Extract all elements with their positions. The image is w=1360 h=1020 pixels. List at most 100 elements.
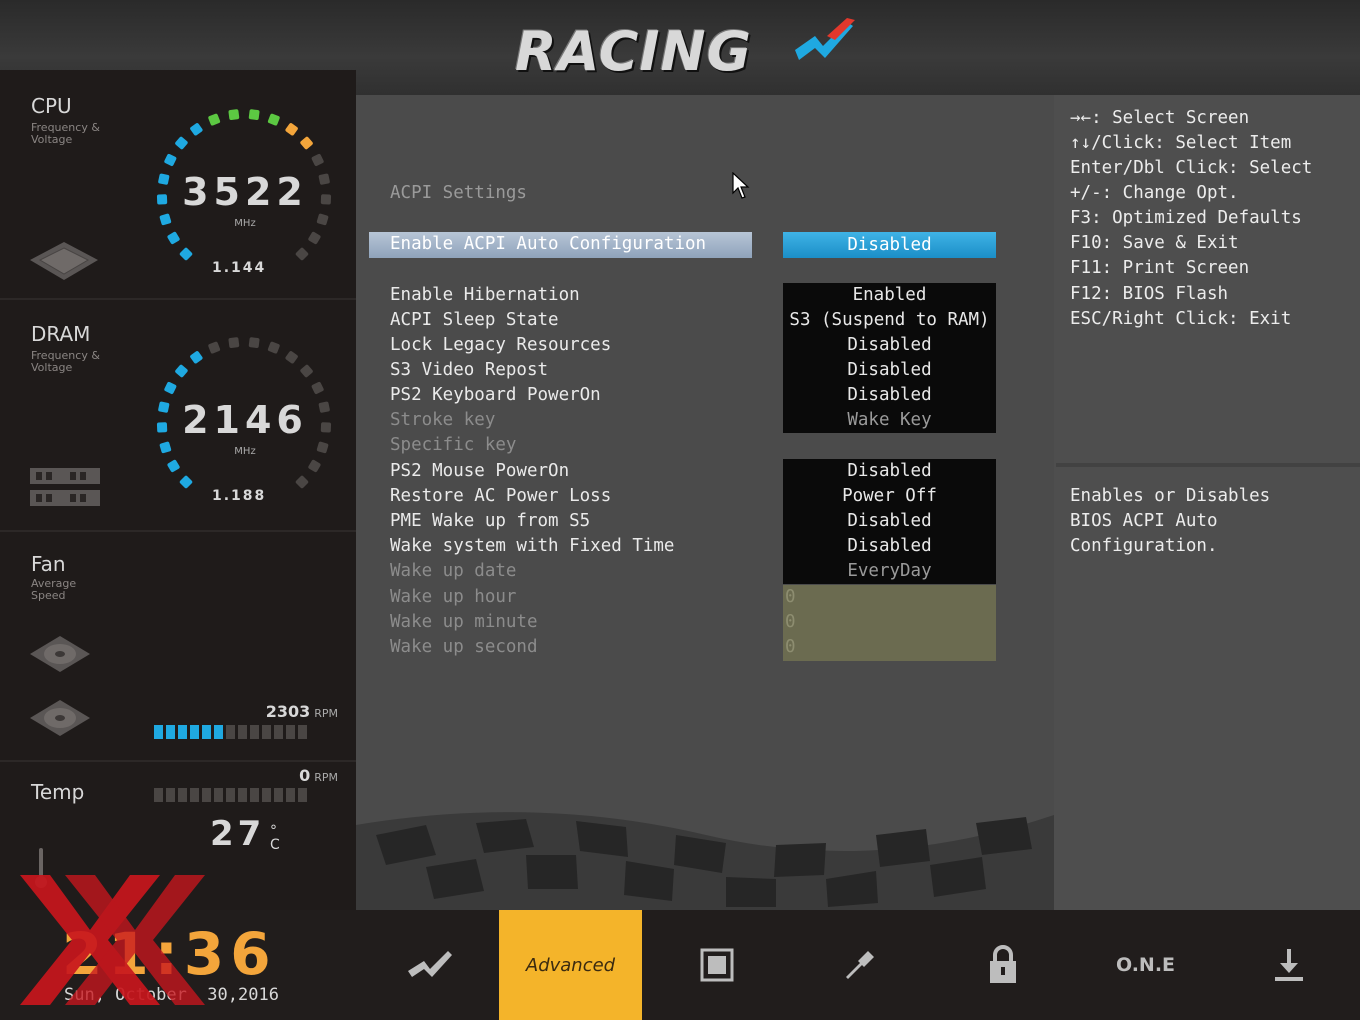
setting-label-wake-up-second: Wake up second (390, 637, 538, 657)
setting-label-enable-hibernation[interactable]: Enable Hibernation (390, 285, 580, 305)
gauge-segment (164, 153, 177, 166)
help-key-f12: F12: BIOS Flash (1070, 284, 1229, 304)
gauge-segment (156, 422, 168, 433)
gauge-segment (179, 475, 193, 489)
gauge-segment (167, 459, 180, 473)
setting-value-pme-wake-up-s5[interactable]: Disabled (783, 509, 996, 534)
tab-security[interactable] (931, 910, 1074, 1020)
dram-voltage-value: 1.188 (212, 488, 267, 504)
gauge-segment (320, 422, 332, 433)
fan-bar-segment (190, 725, 199, 739)
racing-logo: RACING (515, 14, 855, 86)
tab-save-exit[interactable] (1217, 910, 1360, 1020)
tab-one[interactable]: O.N.E (1074, 910, 1217, 1020)
setting-label-specific-key: Specific key (390, 435, 517, 455)
tab-tools[interactable] (788, 910, 931, 1020)
temp-title: Temp (31, 780, 85, 804)
section-title: ACPI Settings (390, 183, 527, 203)
setting-value-enable-acpi-auto-config[interactable]: Disabled (783, 232, 996, 258)
gauge-segment (175, 136, 188, 150)
setting-value-ps2-keyboard-poweron[interactable]: Disabled (783, 383, 996, 408)
fan1-rpm: 2303 RPM (266, 702, 338, 721)
setting-label-enable-acpi-auto-config[interactable]: Enable ACPI Auto Configuration (390, 234, 706, 254)
setting-value-acpi-sleep-state[interactable]: S3 (Suspend to RAM) (783, 308, 996, 333)
fan-bar-segment (298, 725, 307, 739)
tab-advanced[interactable]: Advanced (499, 910, 642, 1020)
gauge-segment (311, 153, 324, 166)
fan-panel: Fan Average Speed 2303 RPM 0 RPM (0, 532, 356, 802)
fan-bar-segment (262, 725, 271, 739)
gauge-segment (175, 364, 188, 378)
gauge-segment (267, 341, 280, 354)
help-key-change-opt: +/-: Change Opt. (1070, 183, 1239, 203)
gauge-segment (158, 173, 170, 185)
fan-bar-segment (274, 725, 283, 739)
lock-icon (989, 945, 1016, 983)
setting-value-restore-ac-power-loss[interactable]: Power Off (783, 484, 996, 509)
setting-value-s3-video-repost[interactable]: Disabled (783, 358, 996, 383)
help-key-f3: F3: Optimized Defaults (1070, 208, 1302, 228)
gauge-segment (156, 194, 168, 205)
setting-label-wake-fixed-time[interactable]: Wake system with Fixed Time (390, 536, 674, 556)
tab-one-label: O.N.E (1115, 954, 1176, 976)
checkered-flag-background (356, 812, 1054, 910)
fan-bar-segment (178, 725, 187, 739)
setting-label-pme-wake-up-s5[interactable]: PME Wake up from S5 (390, 511, 590, 531)
help-key-f11: F11: Print Screen (1070, 258, 1250, 278)
setting-value-lock-legacy-resources[interactable]: Disabled (783, 333, 996, 358)
fan1-level-bar (154, 725, 307, 739)
gauge-segment (208, 113, 221, 126)
cpu-frequency-unit: MHz (234, 218, 256, 229)
dram-panel: DRAM Frequency & Voltage 2146 MHz 1.188 (0, 300, 356, 532)
fan1-icon (30, 636, 90, 672)
setting-value-wake-fixed-time[interactable]: Disabled (783, 534, 996, 559)
help-key-select: Enter/Dbl Click: Select (1070, 158, 1313, 178)
tab-chipset[interactable] (645, 910, 788, 1020)
fan1-rpm-unit: RPM (314, 707, 338, 720)
fan-bar-segment (286, 725, 295, 739)
gauge-segment (158, 401, 170, 413)
setting-value-enable-hibernation[interactable]: Enabled (783, 283, 996, 308)
setting-label-ps2-keyboard-poweron[interactable]: PS2 Keyboard PowerOn (390, 385, 601, 405)
gauge-segment (248, 109, 260, 120)
fan1-rpm-value: 2303 (265, 702, 311, 721)
racing-logo-mark-icon (795, 18, 855, 60)
setting-label-ps2-mouse-poweron[interactable]: PS2 Mouse PowerOn (390, 461, 569, 481)
fan-bar-segment (238, 725, 247, 739)
cpu-chip-icon (30, 242, 98, 280)
gauge-segment (208, 341, 221, 354)
cpu-voltage-value: 1.144 (212, 260, 267, 276)
gauge-segment (300, 136, 313, 150)
gauge-segment (248, 337, 260, 348)
gauge-segment (285, 123, 298, 136)
gauge-segment (295, 475, 309, 489)
setting-label-s3-video-repost[interactable]: S3 Video Repost (390, 360, 548, 380)
fan-bar-segment (226, 725, 235, 739)
setting-value-ps2-mouse-poweron[interactable]: Disabled (783, 459, 996, 484)
temp-value: 27 (210, 814, 266, 854)
help-key-esc: ESC/Right Click: Exit (1070, 309, 1292, 329)
gauge-segment (308, 231, 321, 245)
gauge-segment (318, 173, 330, 185)
setting-label-acpi-sleep-state[interactable]: ACPI Sleep State (390, 310, 559, 330)
gauge-segment (164, 381, 177, 394)
gauge-segment (267, 113, 280, 126)
setting-value-wake-up-date: EveryDay (783, 559, 996, 584)
cpu-frequency-value: 3522 (182, 170, 308, 214)
gauge-segment (285, 351, 298, 364)
watermark-logo (20, 875, 205, 1005)
gauge-segment (300, 364, 313, 378)
tools-icon (845, 951, 874, 979)
dram-module-icon (30, 468, 100, 506)
setting-label-restore-ac-power-loss[interactable]: Restore AC Power Loss (390, 486, 611, 506)
gauge-segment (318, 401, 330, 413)
gauge-segment (190, 123, 203, 136)
setting-label-lock-legacy-resources[interactable]: Lock Legacy Resources (390, 335, 611, 355)
tab-overclocking[interactable] (357, 910, 500, 1020)
chipset-icon (700, 948, 733, 982)
dram-subtitle-2: Voltage (31, 361, 73, 374)
cpu-panel: CPU Frequency & Voltage 3522 MHz 1.144 (0, 70, 356, 300)
cpu-title: CPU (31, 94, 72, 118)
help-divider (1056, 463, 1360, 467)
gauge-segment (190, 351, 203, 364)
